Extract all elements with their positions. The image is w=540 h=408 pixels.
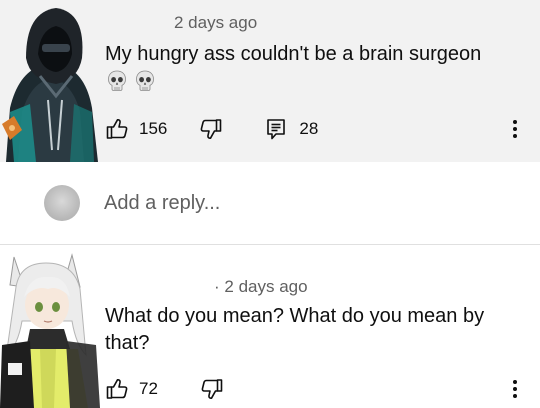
more-vertical-icon[interactable]: [505, 374, 525, 404]
like-count: 72: [139, 379, 158, 398]
thumbs-down-icon[interactable]: [199, 117, 223, 141]
skull-icon: [108, 70, 126, 91]
hooded-figure-avatar[interactable]: [0, 0, 100, 162]
comment-actions: 72: [105, 374, 224, 404]
skull-icon: [136, 70, 154, 91]
comment-text: What do you mean? What do you mean by th…: [105, 305, 485, 354]
comment-timestamp: · 2 days ago: [214, 277, 308, 297]
comment-timestamp: 2 days ago: [174, 13, 258, 32]
thumbs-down-icon[interactable]: [200, 377, 224, 401]
more-vertical-icon[interactable]: [505, 114, 525, 144]
comment-card: · 2 days ago What do you mean? What do y…: [0, 245, 540, 408]
thumbs-up-icon[interactable]: [105, 117, 129, 141]
add-reply-input[interactable]: Add a reply...: [104, 192, 220, 215]
like-count: 156: [139, 119, 168, 138]
reply-count: 28: [299, 119, 319, 138]
avatar: [44, 185, 80, 221]
timestamp-text: 2 days ago: [224, 277, 308, 296]
comment-icon[interactable]: [265, 117, 287, 141]
thumbs-up-icon[interactable]: [105, 377, 129, 401]
emoji-row: [107, 70, 155, 92]
reply-bar: Add a reply...: [0, 162, 540, 244]
comment-actions: 156 28: [105, 114, 318, 144]
cat-eared-girl-avatar[interactable]: [0, 245, 102, 408]
separator-dot: ·: [214, 277, 220, 296]
comment-card: 2 days ago My hungry ass couldn't be a b…: [0, 0, 540, 162]
comment-text: My hungry ass couldn't be a brain surgeo…: [105, 43, 482, 65]
